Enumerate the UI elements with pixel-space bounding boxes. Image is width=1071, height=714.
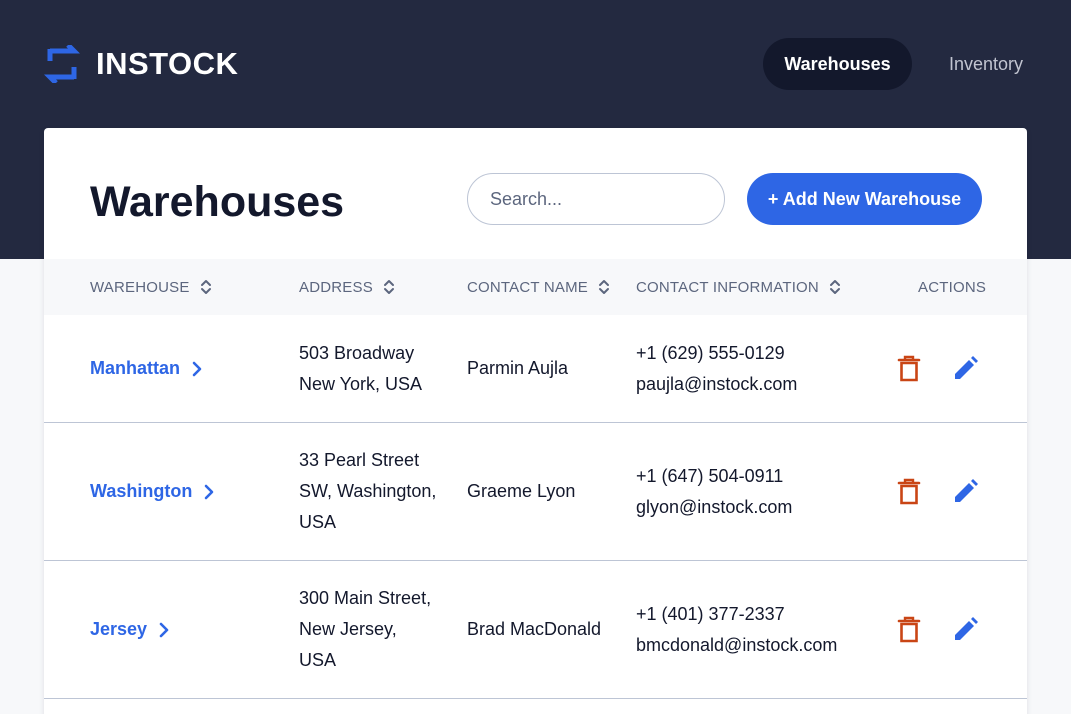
page-title: Warehouses [90,178,345,226]
row-actions [896,423,978,560]
contact-phone: +1 (629) 555-0129 [636,342,785,363]
address-line: 33 Pearl Street [299,450,420,470]
chevron-right-icon [205,484,214,499]
search-box[interactable] [467,173,725,225]
address-cell: 33 Pearl Street SW, Washington, USA [299,423,436,560]
contact-info-cell: +1 (629) 555-0129 paujla@instock.com [636,315,797,422]
column-header-contact-information[interactable]: CONTACT INFORMATION [636,259,841,315]
chevron-right-icon [192,361,202,376]
trash-icon[interactable] [896,355,922,383]
top-header: INSTOCK Warehouses Inventory [0,0,1071,128]
row-actions [896,561,978,698]
contact-name: Graeme Lyon [467,481,576,501]
address-line: 300 Main Street, [299,588,432,608]
warehouses-card: Warehouses + Add New Warehouse WAREHOUSE… [44,128,1027,714]
column-header-address[interactable]: ADDRESS [299,259,395,315]
address-cell: 503 Broadway New York, USA [299,315,422,422]
table-row: Jersey 300 Main Street, New Jersey, USA … [44,561,1027,699]
warehouse-link[interactable]: Manhattan [90,353,202,384]
warehouse-link[interactable]: Jersey [90,614,169,645]
app-name: INSTOCK [96,46,239,81]
edit-pencil-icon[interactable] [952,616,978,644]
table-row: Washington 33 Pearl Street SW, Washingto… [44,423,1027,561]
nav-tab-inventory[interactable]: Inventory [928,38,1044,90]
warehouse-link[interactable]: Washington [90,476,214,507]
address-line: 503 Broadway [299,342,415,363]
contact-email: paujla@instock.com [636,373,798,394]
contact-name: Brad MacDonald [467,619,602,639]
logo[interactable]: INSTOCK [44,44,238,84]
column-header-label: WAREHOUSE [90,278,190,296]
warehouse-name: Manhattan [90,358,180,378]
contact-phone: +1 (401) 377-2337 [636,603,785,624]
warehouse-name: Washington [90,481,193,501]
table-row: Manhattan 503 Broadway New York, USA Par… [44,315,1027,423]
table-header: WAREHOUSE ADDRESS CONTACT NAME CONTACT I… [44,259,1027,315]
contact-name-cell: Parmin Aujla [467,315,568,422]
row-actions [896,315,978,422]
nav-tab-warehouses[interactable]: Warehouses [763,38,912,90]
contact-info-cell: +1 (401) 377-2337 bmcdonald@instock.com [636,561,837,698]
trash-icon[interactable] [896,616,922,644]
warehouse-cell: Jersey [90,561,169,698]
address-line: New York, USA [299,373,423,394]
edit-pencil-icon[interactable] [952,355,978,383]
column-header-contact-name[interactable]: CONTACT NAME [467,259,610,315]
sort-icon[interactable] [200,278,212,296]
address-line: New Jersey, [299,619,397,639]
warehouse-cell: Washington [90,423,214,560]
column-header-actions: ACTIONS [918,259,986,315]
sort-icon[interactable] [829,278,841,296]
edit-pencil-icon[interactable] [952,478,978,506]
address-cell: 300 Main Street, New Jersey, USA [299,561,431,698]
address-line: USA [299,650,337,670]
contact-name-cell: Graeme Lyon [467,423,575,560]
contact-email: glyon@instock.com [636,496,793,517]
contact-phone: +1 (647) 504-0911 [636,465,784,486]
contact-name-cell: Brad MacDonald [467,561,601,698]
warehouse-name: Jersey [90,619,148,639]
column-header-label: ACTIONS [918,278,987,296]
search-input[interactable] [490,188,722,210]
column-header-warehouse[interactable]: WAREHOUSE [90,259,212,315]
address-line: SW, Washington, [299,481,437,501]
contact-info-cell: +1 (647) 504-0911 glyon@instock.com [636,423,792,560]
column-header-label: CONTACT NAME [467,278,589,296]
swap-arrows-icon [44,45,80,83]
column-header-label: CONTACT INFORMATION [636,278,819,296]
sort-icon[interactable] [598,278,610,296]
contact-name: Parmin Aujla [467,358,569,378]
contact-email: bmcdonald@instock.com [636,634,838,655]
warehouse-cell: Manhattan [90,315,202,422]
column-header-label: ADDRESS [299,278,373,296]
chevron-right-icon [159,622,169,637]
add-new-warehouse-button[interactable]: + Add New Warehouse [747,173,982,225]
trash-icon[interactable] [896,478,922,506]
address-line: USA [299,512,337,532]
sort-icon[interactable] [383,278,395,296]
